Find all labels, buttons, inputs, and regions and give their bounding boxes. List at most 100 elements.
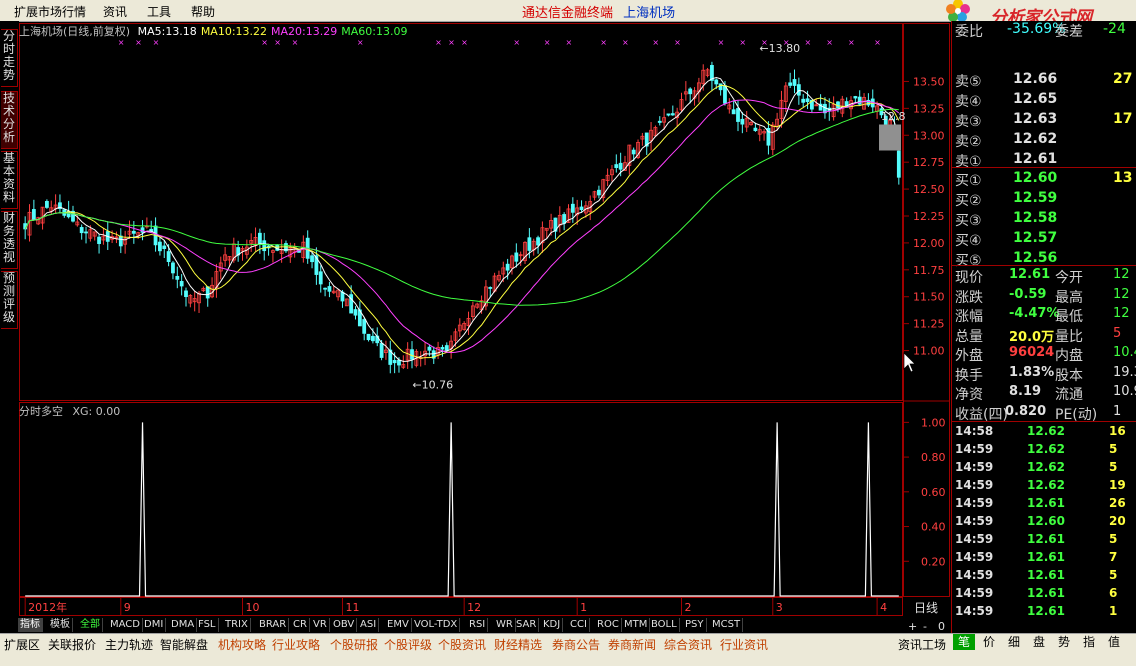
indicator-tab[interactable]: VR <box>311 618 330 632</box>
status-tab[interactable]: 关联报价 <box>48 636 96 653</box>
indicator-tab[interactable]: ROC <box>595 618 622 632</box>
candle-body <box>670 113 675 116</box>
buy-price: 12.60 <box>1013 170 1058 186</box>
indicator-tab[interactable]: 全部 <box>78 618 103 632</box>
menu-extended-market[interactable]: 扩展市场行情 <box>14 3 86 20</box>
status-tab[interactable]: 资讯工场 <box>898 636 946 653</box>
left-tab-basic-info[interactable]: 基本资料 <box>1 151 18 209</box>
candle-body <box>179 281 184 287</box>
status-tab[interactable]: 智能解盘 <box>160 636 208 653</box>
ma-legend-item: MA10:13.22 <box>200 25 268 38</box>
left-tab-technical[interactable]: 技术分析 <box>1 91 18 149</box>
candle-body <box>440 347 445 350</box>
indicator-tab[interactable]: BOLL <box>649 618 680 632</box>
indicator-tab[interactable]: KDJ <box>541 618 564 632</box>
status-tab[interactable]: 行业攻略 <box>272 636 320 653</box>
kline-chart[interactable]: 11.0011.2511.5011.7512.0012.2512.5012.75… <box>19 21 951 633</box>
zoom-button[interactable]: 0 <box>938 620 945 633</box>
indicator-tab[interactable]: SAR <box>514 618 540 632</box>
status-tab[interactable]: 个股资讯 <box>438 636 486 653</box>
sell-price: 12.65 <box>1013 91 1058 107</box>
menu-news[interactable]: 资讯 <box>103 3 127 20</box>
detail-tab[interactable]: 指 <box>1078 634 1100 650</box>
candle-body <box>392 360 397 364</box>
indicator-tab[interactable]: BRAR <box>257 618 290 632</box>
left-side-tabs: 分时走势 技术分析 基本资料 财务透视 预测评级 <box>0 21 19 634</box>
detail-tab[interactable]: 笔 <box>953 634 975 650</box>
detail-tab[interactable]: 势 <box>1053 634 1075 650</box>
indicator-tab[interactable]: CR <box>291 618 310 632</box>
indicator-tab[interactable]: RSI <box>467 618 489 632</box>
indicator-tab[interactable]: 指标 <box>18 618 43 632</box>
indicator-tab[interactable]: TRIX <box>223 618 251 632</box>
date-axis-label: 10 <box>246 601 260 614</box>
status-tab[interactable]: 券商公告 <box>552 636 600 653</box>
indicator-tab[interactable]: WR <box>494 618 516 632</box>
detail-tab[interactable]: 盘 <box>1028 634 1050 650</box>
indicator-tab[interactable]: VOL-TDX <box>412 618 461 632</box>
detail-tab[interactable]: 值 <box>1103 634 1125 650</box>
zoom-button[interactable]: - <box>923 620 927 633</box>
indicator-tab[interactable]: ASI <box>358 618 380 632</box>
quote-label: 现价 <box>955 270 983 286</box>
indicator-tab[interactable]: MACD <box>108 618 143 632</box>
candle-body <box>792 79 797 86</box>
tick-volume: 20 <box>1109 514 1126 528</box>
signal-mark: × <box>739 38 746 47</box>
status-tab[interactable]: 机构攻略 <box>218 636 266 653</box>
status-tab[interactable]: 主力轨迹 <box>105 636 153 653</box>
tick-time: 14:59 <box>955 478 994 492</box>
indicator-tab[interactable]: MTM <box>622 618 651 632</box>
tick-price: 12.61 <box>1027 496 1065 510</box>
chart-title: 上海机场(日线,前复权) <box>19 25 131 38</box>
candle-body <box>205 286 210 299</box>
tick-price: 12.60 <box>1027 514 1065 528</box>
tick-price: 12.61 <box>1027 532 1065 546</box>
tick-volume: 1 <box>1109 604 1118 618</box>
indicator-tab[interactable]: DMA <box>169 618 198 632</box>
menu-help[interactable]: 帮助 <box>191 3 215 20</box>
sub-axis-label: 0.80 <box>921 451 946 464</box>
left-tab-rating[interactable]: 预测评级 <box>1 271 18 329</box>
status-tab[interactable]: 扩展区 <box>4 636 40 653</box>
detail-tab[interactable]: 细 <box>1003 634 1025 650</box>
candle-body <box>131 230 136 234</box>
status-tab[interactable]: 行业资讯 <box>720 636 768 653</box>
candle-body <box>162 245 167 249</box>
candle-body <box>514 252 519 262</box>
left-tab-intraday[interactable]: 分时走势 <box>1 29 18 87</box>
detail-tab[interactable]: 价 <box>978 634 1000 650</box>
indicator-tab[interactable]: FSL <box>196 618 219 632</box>
quote-value: -0.59 <box>1009 286 1047 302</box>
sell-price: 12.63 <box>1013 111 1058 127</box>
price-axis-label: 12.75 <box>913 156 945 169</box>
candle-body <box>184 290 188 297</box>
tick-time: 14:59 <box>955 586 994 600</box>
indicator-tab[interactable]: EMV <box>385 618 412 632</box>
zoom-button[interactable]: + <box>908 620 917 633</box>
quote-label: 外盘 <box>955 348 983 364</box>
status-tab[interactable]: 综合资讯 <box>664 636 712 653</box>
indicator-tabs: 指标 模板 全部 MACD DMI DMA FSL TRIX BRAR CR VR OBV ASI EMV… <box>17 617 902 633</box>
period-label[interactable]: 日线 <box>914 601 938 615</box>
xg-signal-line <box>25 422 899 597</box>
menu-tools[interactable]: 工具 <box>147 3 171 20</box>
status-tab[interactable]: 个股研报 <box>330 636 378 653</box>
quote-value: 10.4 <box>1113 345 1136 360</box>
indicator-tab[interactable]: DMI <box>142 618 167 632</box>
status-tab[interactable]: 券商新闻 <box>608 636 656 653</box>
signal-mark: × <box>600 38 607 47</box>
indicator-tab[interactable]: CCI <box>568 618 590 632</box>
price-axis-label: 12.25 <box>913 210 945 223</box>
status-tab[interactable]: 个股评级 <box>384 636 432 653</box>
price-axis-label: 12.00 <box>913 237 945 250</box>
candle-body <box>857 96 862 105</box>
indicator-tab[interactable]: 模板 <box>48 618 73 632</box>
indicator-tab[interactable]: PSY <box>683 618 707 632</box>
indicator-tab[interactable]: MCST <box>710 618 744 632</box>
tick-volume: 7 <box>1109 550 1118 564</box>
quote-label: 换手 <box>955 367 983 384</box>
indicator-tab[interactable]: OBV <box>331 618 358 632</box>
left-tab-financial[interactable]: 财务透视 <box>1 211 18 269</box>
status-tab[interactable]: 财经精选 <box>494 636 542 653</box>
